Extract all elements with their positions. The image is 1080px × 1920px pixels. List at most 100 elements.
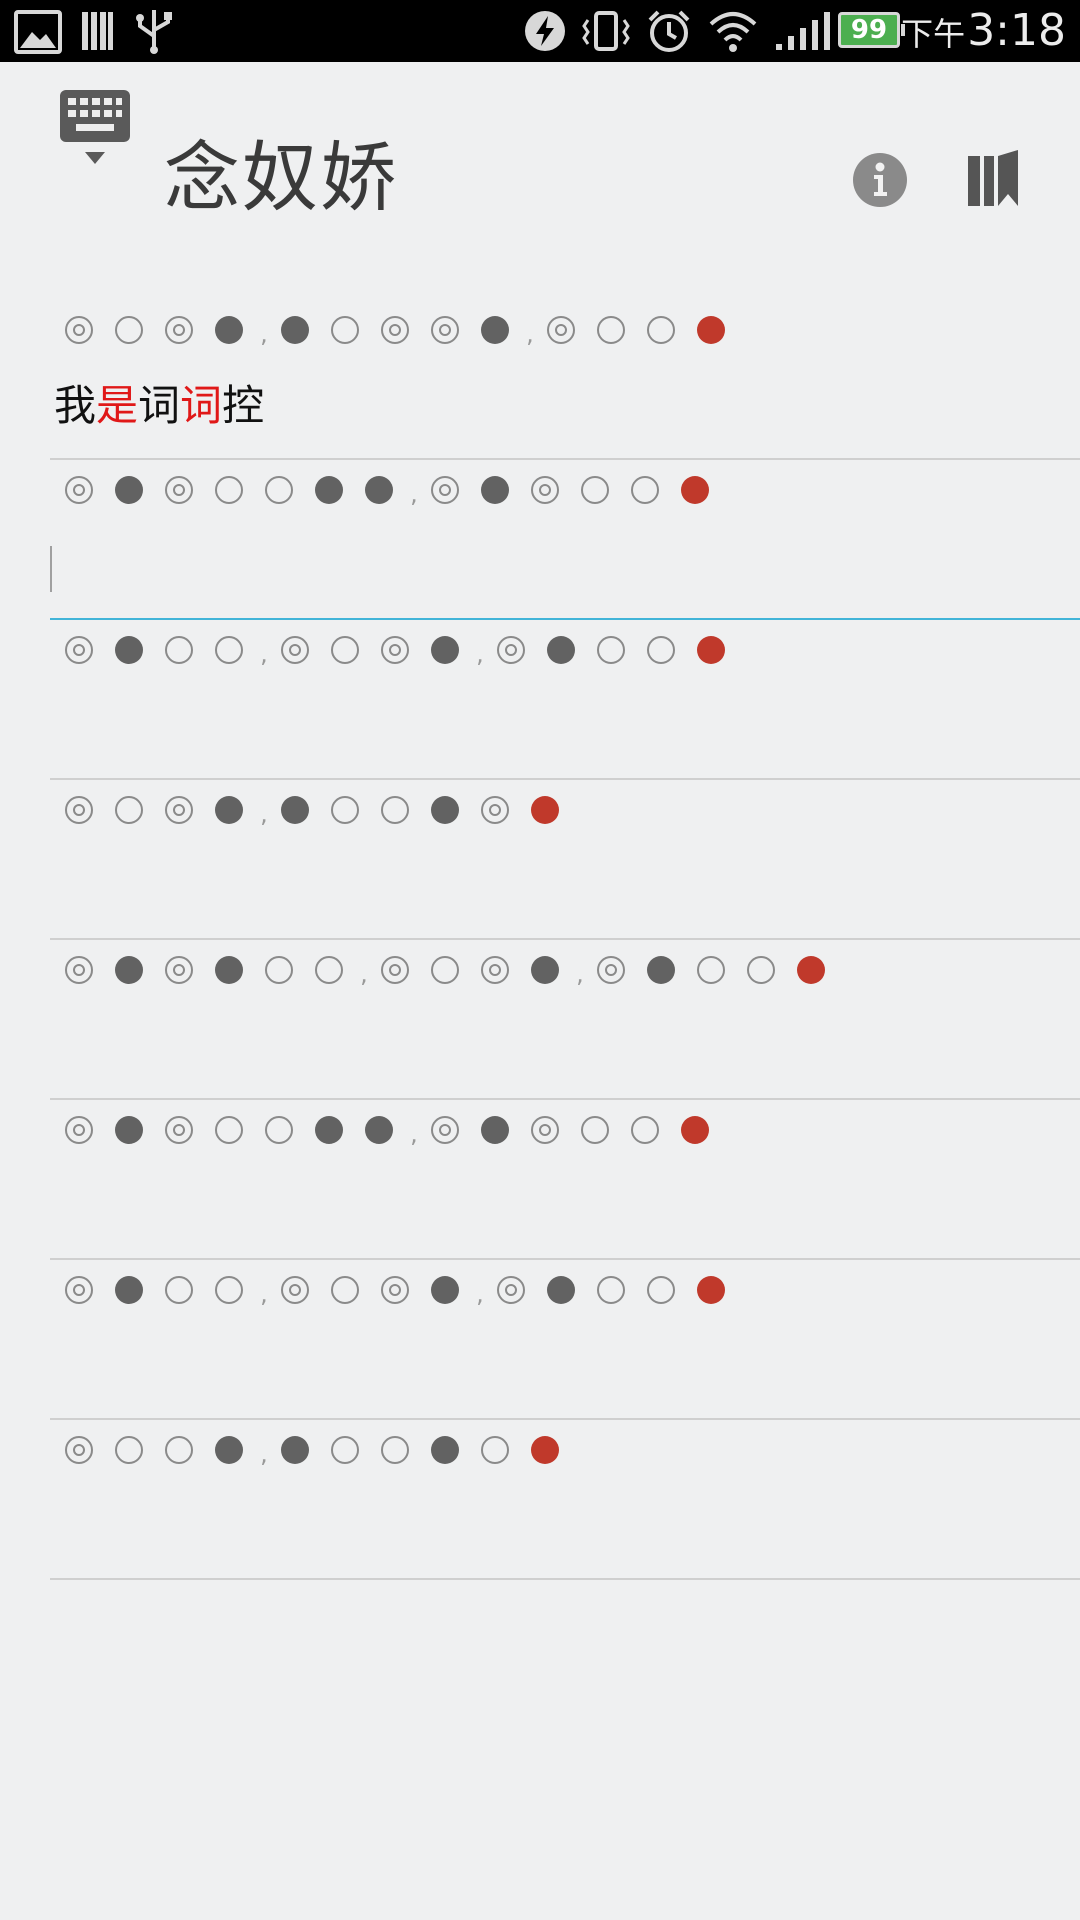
level-tone-circle — [372, 1432, 422, 1468]
oblique-tone-dot — [206, 1432, 256, 1468]
pattern-comma: , — [260, 1440, 268, 1468]
oblique-tone-dot — [538, 632, 588, 668]
level-tone-circle — [588, 1272, 638, 1308]
level-tone-circle — [256, 472, 306, 508]
oblique-tone-dot — [522, 952, 572, 988]
either-tone-circle — [472, 792, 522, 828]
pattern-comma: , — [260, 1280, 268, 1308]
either-tone-circle — [56, 472, 106, 508]
mismatched-character: 词 — [180, 381, 223, 430]
either-tone-circle — [372, 312, 422, 348]
poem-line[interactable]: ,, 我是词词控 — [50, 298, 1080, 460]
tone-pattern: ,, — [56, 632, 738, 668]
either-tone-circle — [156, 472, 206, 508]
poem-line[interactable]: ,, — [50, 618, 1080, 780]
oblique-tone-dot — [106, 1272, 156, 1308]
flash-icon — [525, 11, 565, 51]
level-tone-circle — [306, 952, 356, 988]
poem-line[interactable]: , — [50, 1098, 1080, 1260]
either-tone-circle — [56, 792, 106, 828]
either-tone-circle — [56, 312, 106, 348]
poem-line[interactable]: , — [50, 778, 1080, 940]
either-tone-circle — [488, 1272, 538, 1308]
either-tone-circle — [372, 1272, 422, 1308]
info-icon[interactable] — [852, 152, 908, 208]
either-tone-circle — [522, 1112, 572, 1148]
level-tone-circle — [738, 952, 788, 988]
level-tone-circle — [322, 792, 372, 828]
level-tone-circle — [422, 952, 472, 988]
keyboard-icon[interactable] — [58, 88, 132, 174]
oblique-tone-dot — [422, 1432, 472, 1468]
poem-line[interactable]: ,, — [50, 1258, 1080, 1420]
either-tone-circle — [272, 632, 322, 668]
level-tone-circle — [322, 312, 372, 348]
level-tone-circle — [588, 312, 638, 348]
rhyme-dot — [672, 472, 722, 508]
level-tone-circle — [156, 632, 206, 668]
level-tone-circle — [622, 1112, 672, 1148]
level-tone-circle — [572, 1112, 622, 1148]
tone-pattern: ,, — [56, 1272, 738, 1308]
character: 控 — [222, 381, 265, 430]
character: 我 — [54, 381, 97, 430]
oblique-tone-dot — [472, 472, 522, 508]
oblique-tone-dot — [422, 792, 472, 828]
tone-pattern: , — [56, 792, 572, 828]
level-tone-circle — [372, 792, 422, 828]
either-tone-circle — [156, 1112, 206, 1148]
line-text-input[interactable]: 我是词词控 — [54, 378, 264, 434]
level-tone-circle — [106, 1432, 156, 1468]
oblique-tone-dot — [206, 952, 256, 988]
rhyme-dot — [688, 632, 738, 668]
level-tone-circle — [256, 1112, 306, 1148]
level-tone-circle — [156, 1272, 206, 1308]
oblique-tone-dot — [106, 952, 156, 988]
oblique-tone-dot — [306, 472, 356, 508]
level-tone-circle — [638, 632, 688, 668]
oblique-tone-dot — [206, 792, 256, 828]
either-tone-circle — [372, 952, 422, 988]
oblique-tone-dot — [472, 1112, 522, 1148]
oblique-tone-dot — [472, 312, 522, 348]
status-bar: 99 下午3:18 — [0, 0, 1080, 62]
either-tone-circle — [372, 632, 422, 668]
character: 词 — [138, 381, 181, 430]
tone-pattern: , — [56, 1432, 572, 1468]
level-tone-circle — [206, 1112, 256, 1148]
rhyme-dot — [522, 1432, 572, 1468]
oblique-tone-dot — [206, 312, 256, 348]
pattern-comma: , — [476, 640, 484, 668]
level-tone-circle — [322, 1432, 372, 1468]
oblique-tone-dot — [106, 1112, 156, 1148]
level-tone-circle — [106, 792, 156, 828]
either-tone-circle — [422, 472, 472, 508]
tone-pattern: , — [56, 472, 722, 508]
oblique-tone-dot — [106, 632, 156, 668]
oblique-tone-dot — [638, 952, 688, 988]
level-tone-circle — [322, 632, 372, 668]
alarm-icon — [648, 10, 690, 52]
tone-pattern: ,, — [56, 952, 838, 988]
poem-line[interactable]: ,, — [50, 938, 1080, 1100]
poem-line[interactable]: , — [50, 1418, 1080, 1580]
bookmark-icon[interactable] — [966, 150, 1020, 208]
rhyme-dot — [672, 1112, 722, 1148]
level-tone-circle — [206, 632, 256, 668]
page-title: 念奴娇 — [164, 133, 398, 222]
level-tone-circle — [206, 1272, 256, 1308]
poem-line[interactable]: , — [50, 458, 1080, 620]
clock-time: 3:18 — [967, 5, 1066, 56]
level-tone-circle — [638, 312, 688, 348]
clock-ampm: 下午 — [901, 15, 966, 53]
level-tone-circle — [472, 1432, 522, 1468]
oblique-tone-dot — [538, 1272, 588, 1308]
text-cursor — [50, 546, 52, 592]
pattern-comma: , — [410, 480, 418, 508]
oblique-tone-dot — [272, 792, 322, 828]
pattern-comma: , — [526, 320, 534, 348]
signal-icon — [776, 12, 830, 50]
rhyme-dot — [688, 1272, 738, 1308]
level-tone-circle — [156, 1432, 206, 1468]
tone-pattern: ,, — [56, 312, 738, 348]
